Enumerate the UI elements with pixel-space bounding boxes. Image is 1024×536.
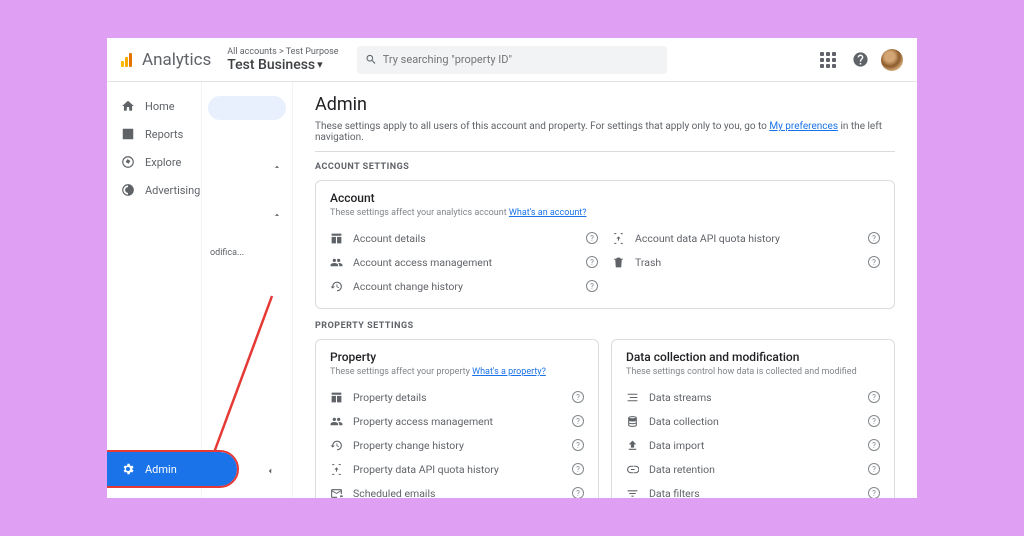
property-api-quota[interactable]: Property data API quota history? [330,457,584,481]
property-details[interactable]: Property details? [330,385,584,409]
avatar[interactable] [881,49,903,71]
data-retention[interactable]: Data retention? [626,457,880,481]
secondary-truncated[interactable]: odifica... [202,242,292,264]
account-api-quota[interactable]: Account data API quota history? [612,226,880,250]
nav-home[interactable]: Home [107,92,201,120]
section-account-label: ACCOUNT SETTINGS [315,162,895,172]
property-access[interactable]: Property access management? [330,409,584,433]
property-history[interactable]: Property change history? [330,433,584,457]
nav-admin[interactable]: Admin [107,452,237,486]
breadcrumb-top[interactable]: All accounts > Test Purpose [227,47,338,57]
page-title: Admin [315,94,895,115]
data-import[interactable]: Data import? [626,433,880,457]
secondary-collapse-1[interactable] [202,152,292,182]
whats-property-link[interactable]: What's a property? [472,367,546,377]
datacoll-card: Data collection and modification These s… [611,339,895,498]
account-details[interactable]: Account details? [330,226,598,250]
secondary-collapse-2[interactable] [202,200,292,230]
help-icon[interactable]: ? [586,232,598,244]
my-preferences-link[interactable]: My preferences [769,121,838,132]
apps-icon[interactable] [817,49,839,71]
search-icon [365,53,377,66]
divider [315,151,895,152]
account-history[interactable]: Account change history? [330,274,598,298]
property-card: Property These settings affect your prop… [315,339,599,498]
chevron-down-icon: ▾ [317,58,323,71]
help-icon[interactable] [849,49,871,71]
search-input[interactable] [383,53,659,66]
page-subtitle: These settings apply to all users of thi… [315,121,895,143]
search-bar[interactable] [357,46,667,74]
scheduled-emails[interactable]: Scheduled emails? [330,481,584,498]
secondary-selected[interactable] [208,96,286,120]
account-trash[interactable]: Trash? [612,250,880,274]
secondary-panel: odifica... [201,82,293,498]
brand-name: Analytics [142,50,211,70]
breadcrumb-bottom[interactable]: Test Business▾ [227,57,338,73]
analytics-logo [121,53,132,67]
data-collection[interactable]: Data collection? [626,409,880,433]
datacoll-card-title: Data collection and modification [626,350,880,364]
data-filters[interactable]: Data filters? [626,481,880,498]
section-property-label: PROPERTY SETTINGS [315,321,895,331]
account-card-title: Account [330,191,880,205]
whats-account-link[interactable]: What's an account? [509,208,587,218]
collapse-icon[interactable] [265,461,275,480]
data-streams[interactable]: Data streams? [626,385,880,409]
nav-reports[interactable]: Reports [107,120,201,148]
nav-explore[interactable]: Explore [107,148,201,176]
account-access[interactable]: Account access management? [330,250,598,274]
nav-advertising[interactable]: Advertising [107,176,201,204]
account-card: Account These settings affect your analy… [315,180,895,309]
property-card-title: Property [330,350,584,364]
